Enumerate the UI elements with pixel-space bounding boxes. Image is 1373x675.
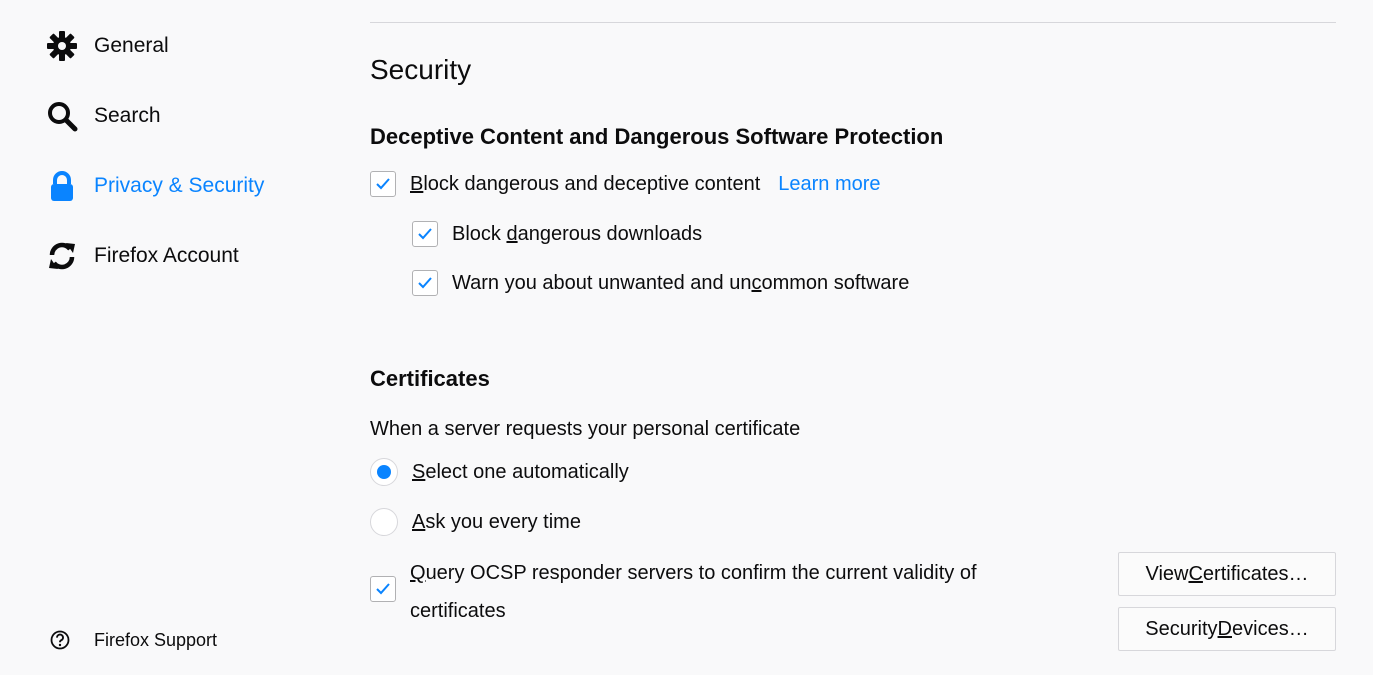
help-icon (48, 628, 72, 652)
warn-unwanted-checkbox[interactable] (412, 270, 438, 296)
block-dangerous-content-label[interactable]: Block dangerous and deceptive content (410, 173, 760, 196)
sidebar-item-search[interactable]: Search (44, 96, 161, 136)
view-certificates-button[interactable]: View Certificates… (1118, 552, 1336, 596)
sidebar-item-label: Firefox Account (94, 244, 239, 267)
block-downloads-label[interactable]: Block dangerous downloads (452, 223, 702, 246)
block-dangerous-content-checkbox[interactable] (370, 171, 396, 197)
select-automatically-label[interactable]: Select one automatically (412, 461, 629, 484)
ask-every-time-row: Ask you every time (370, 508, 581, 536)
lock-icon (44, 170, 80, 202)
select-automatically-row: Select one automatically (370, 458, 629, 486)
warn-unwanted-label[interactable]: Warn you about unwanted and uncommon sof… (452, 272, 909, 295)
main-content: Security Deceptive Content and Dangerous… (370, 0, 1336, 675)
learn-more-link[interactable]: Learn more (778, 173, 880, 196)
sidebar-item-label: Privacy & Security (94, 174, 265, 197)
firefox-support-link[interactable]: Firefox Support (48, 628, 217, 652)
search-icon (44, 100, 80, 132)
certificates-intro: When a server requests your personal cer… (370, 418, 801, 440)
warn-unwanted-row: Warn you about unwanted and uncommon sof… (412, 270, 909, 296)
support-label: Firefox Support (94, 629, 218, 650)
deceptive-content-heading: Deceptive Content and Dangerous Software… (370, 124, 944, 149)
sidebar: General Search Privacy & Security Firefo… (0, 0, 330, 675)
security-devices-button[interactable]: Security Devices… (1118, 607, 1336, 651)
sidebar-item-firefox-account[interactable]: Firefox Account (44, 236, 239, 276)
checkmark-icon (376, 583, 390, 595)
ocsp-row: Query OCSP responder servers to confirm … (370, 558, 1050, 630)
certificates-heading: Certificates (370, 366, 490, 391)
radio-dot (377, 465, 391, 479)
sidebar-item-label: Search (94, 104, 161, 127)
page-title: Security (370, 54, 472, 85)
block-downloads-checkbox[interactable] (412, 221, 438, 247)
ask-every-time-radio[interactable] (370, 508, 398, 536)
block-downloads-row: Block dangerous downloads (412, 221, 702, 247)
select-automatically-radio[interactable] (370, 458, 398, 486)
ocsp-label[interactable]: Query OCSP responder servers to confirm … (410, 554, 1050, 630)
sidebar-item-label: General (94, 34, 169, 57)
gear-icon (44, 30, 80, 62)
sidebar-item-privacy-security[interactable]: Privacy & Security (44, 166, 264, 206)
preferences-window: General Search Privacy & Security Firefo… (0, 0, 1373, 675)
ask-every-time-label[interactable]: Ask you every time (412, 511, 581, 534)
checkmark-icon (418, 228, 432, 240)
ocsp-checkbox[interactable] (370, 576, 396, 602)
sidebar-item-general[interactable]: General (44, 26, 169, 66)
divider (370, 22, 1336, 23)
checkmark-icon (418, 277, 432, 289)
checkmark-icon (376, 178, 390, 190)
block-dangerous-content-row: Block dangerous and deceptive content Le… (370, 171, 881, 197)
sync-icon (44, 240, 80, 272)
